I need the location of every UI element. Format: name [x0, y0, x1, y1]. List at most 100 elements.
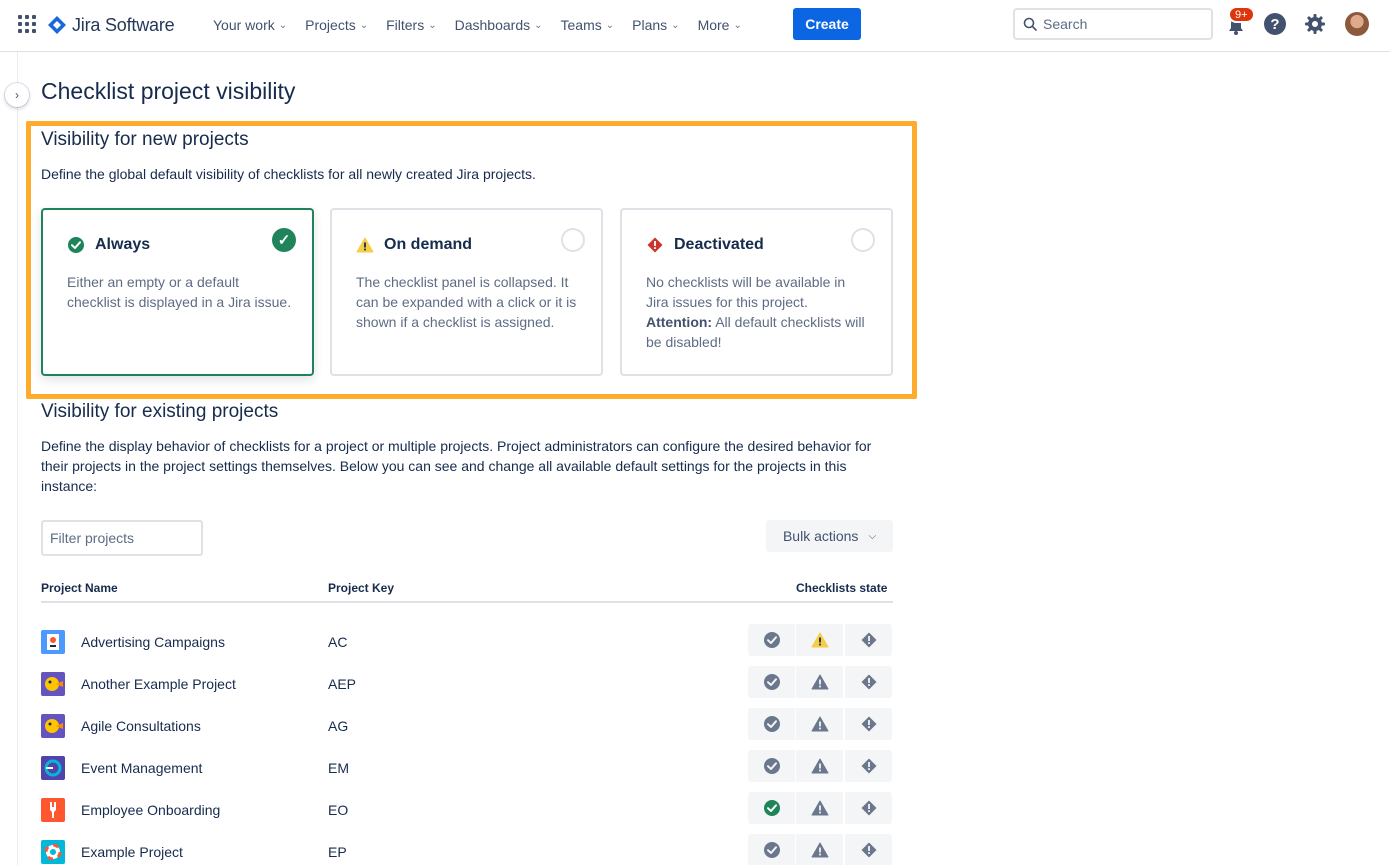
- nav-filters[interactable]: Filters ⌄: [377, 10, 446, 40]
- check-circle-icon: [763, 631, 781, 649]
- chevron-down-icon: ⌄: [671, 19, 680, 31]
- state-deactivated-button[interactable]: [845, 708, 892, 740]
- check-circle-icon: [763, 673, 781, 691]
- jira-logo[interactable]: Jira Software: [48, 13, 175, 37]
- filter-projects-input[interactable]: Filter projects: [41, 520, 203, 556]
- warning-icon: [811, 673, 829, 691]
- attention-label: Attention:: [646, 314, 713, 330]
- expand-sidebar-button[interactable]: ›: [5, 83, 29, 107]
- project-name[interactable]: Example Project: [81, 844, 183, 860]
- project-key: AG: [328, 718, 349, 734]
- option-always-description: Either an empty or a default checklist i…: [67, 274, 292, 310]
- error-diamond-icon: [646, 236, 664, 254]
- project-name[interactable]: Event Management: [81, 760, 202, 776]
- state-always-button[interactable]: [748, 792, 795, 824]
- option-always-label: Always: [95, 236, 151, 253]
- option-on-demand-radio[interactable]: [561, 228, 585, 252]
- column-header-project-key[interactable]: Project Key: [328, 581, 394, 595]
- filter-projects-placeholder: Filter projects: [50, 530, 135, 546]
- help-icon[interactable]: ?: [1264, 13, 1286, 35]
- option-deactivated-radio[interactable]: [851, 228, 875, 252]
- option-deactivated-title: Deactivated: [646, 236, 764, 254]
- nav-plans[interactable]: Plans ⌄: [623, 10, 688, 40]
- state-always-button[interactable]: [748, 624, 795, 656]
- state-on-demand-button[interactable]: [796, 708, 843, 740]
- state-always-button[interactable]: [748, 708, 795, 740]
- project-name[interactable]: Employee Onboarding: [81, 802, 220, 818]
- check-circle-icon: [67, 236, 85, 254]
- bulk-actions-button[interactable]: Bulk actions ⌵: [766, 520, 893, 552]
- option-on-demand-description: The checklist panel is collapsed. It can…: [356, 274, 577, 330]
- state-on-demand-button[interactable]: [796, 624, 843, 656]
- state-on-demand-button[interactable]: [796, 834, 843, 865]
- error-diamond-icon: [860, 841, 878, 859]
- state-on-demand-button[interactable]: [796, 666, 843, 698]
- existing-projects-description: Define the display behavior of checklist…: [41, 438, 872, 494]
- state-always-button[interactable]: [748, 666, 795, 698]
- existing-projects-heading: Visibility for existing projects: [41, 401, 279, 422]
- project-key: EM: [328, 760, 349, 776]
- project-name[interactable]: Advertising Campaigns: [81, 634, 225, 650]
- project-name[interactable]: Agile Consultations: [81, 718, 201, 734]
- visibility-option-on-demand[interactable]: On demand The checklist panel is collaps…: [330, 208, 603, 376]
- nav-dashboards[interactable]: Dashboards ⌄: [446, 10, 552, 40]
- nav-your-work[interactable]: Your work ⌄: [204, 10, 296, 40]
- search-input[interactable]: Search: [1013, 8, 1213, 40]
- nav-projects-label: Projects: [305, 17, 356, 33]
- nav-teams-label: Teams: [560, 17, 602, 33]
- state-deactivated-button[interactable]: [845, 834, 892, 865]
- error-diamond-icon: [860, 631, 878, 649]
- option-deactivated-description: No checklists will be available in Jira …: [646, 272, 871, 352]
- visibility-option-always[interactable]: Always ✓ Either an empty or a default ch…: [41, 208, 314, 376]
- state-deactivated-button[interactable]: [845, 624, 892, 656]
- table-row: Advertising Campaigns AC: [41, 622, 893, 664]
- nav-teams[interactable]: Teams ⌄: [552, 10, 624, 40]
- visibility-option-deactivated[interactable]: Deactivated No checklists will be availa…: [620, 208, 893, 376]
- settings-gear-icon[interactable]: [1304, 13, 1326, 35]
- warning-icon: [811, 757, 829, 775]
- project-avatar: [41, 798, 65, 822]
- table-row: Another Example Project AEP: [41, 664, 893, 706]
- bulk-actions-label: Bulk actions: [782, 528, 859, 544]
- nav-filters-label: Filters: [386, 17, 425, 33]
- state-deactivated-button[interactable]: [845, 666, 892, 698]
- warning-icon: [356, 236, 374, 254]
- nav-projects[interactable]: Projects ⌄: [296, 10, 377, 40]
- state-always-button[interactable]: [748, 834, 795, 865]
- warning-icon: [811, 715, 829, 733]
- state-deactivated-button[interactable]: [845, 750, 892, 782]
- error-diamond-icon: [860, 799, 878, 817]
- table-row: Agile Consultations AG: [41, 706, 893, 748]
- chevron-down-icon: ⌄: [605, 19, 615, 31]
- jira-diamond-icon: [48, 16, 66, 34]
- user-avatar[interactable]: [1345, 12, 1369, 36]
- warning-icon: [811, 631, 829, 649]
- state-deactivated-button[interactable]: [845, 792, 892, 824]
- create-button[interactable]: Create: [793, 8, 861, 40]
- app-switcher-icon[interactable]: [18, 15, 38, 35]
- project-name[interactable]: Another Example Project: [81, 676, 236, 692]
- search-icon: [1023, 17, 1037, 31]
- chevron-right-icon: ›: [15, 88, 19, 102]
- state-on-demand-button[interactable]: [796, 792, 843, 824]
- table-row: Employee Onboarding EO: [41, 790, 893, 832]
- warning-icon: [811, 841, 829, 859]
- notification-badge: 9+: [1228, 6, 1255, 23]
- project-key: EO: [328, 802, 349, 818]
- new-projects-description: Define the global default visibility of …: [41, 166, 536, 182]
- nav-more[interactable]: More ⌄: [689, 10, 751, 40]
- option-always-title: Always: [67, 236, 150, 254]
- top-navigation: Jira Software Your work ⌄ Projects ⌄ Filte…: [0, 0, 1390, 52]
- state-always-button[interactable]: [748, 750, 795, 782]
- error-diamond-icon: [860, 757, 878, 775]
- state-on-demand-button[interactable]: [796, 750, 843, 782]
- column-header-project-name[interactable]: Project Name: [41, 581, 118, 595]
- chevron-down-icon: ⌵: [868, 530, 877, 542]
- project-key: EP: [328, 844, 347, 860]
- project-avatar: [41, 840, 65, 864]
- table-header-divider: [41, 601, 893, 603]
- option-always-radio[interactable]: ✓: [272, 228, 296, 252]
- project-key: AC: [328, 634, 348, 650]
- new-projects-heading: Visibility for new projects: [41, 129, 249, 150]
- project-avatar: [41, 756, 65, 780]
